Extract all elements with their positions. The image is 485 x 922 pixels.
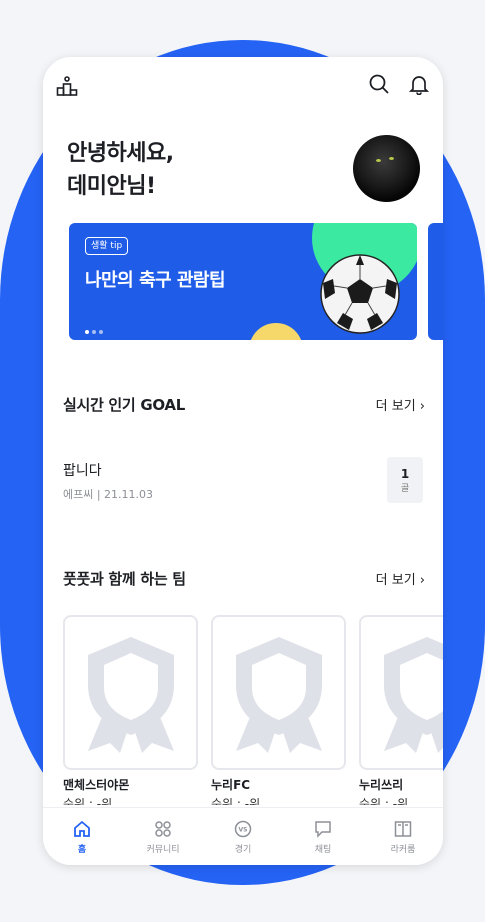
tab-label: 라커룸	[390, 845, 416, 855]
tab-community[interactable]: 커뮤니티	[133, 820, 193, 855]
home-icon	[74, 820, 90, 837]
emblem-placeholder-icon	[88, 637, 174, 753]
tab-home[interactable]: 홈	[52, 820, 112, 855]
podium-icon[interactable]	[56, 75, 78, 97]
team-card[interactable]: 누리쓰리 순위 : -위	[359, 615, 443, 805]
tab-label: 홈	[77, 845, 87, 855]
chat-icon	[315, 821, 331, 838]
next-banner-peek[interactable]	[428, 223, 443, 340]
greeting-line-2: 데미안님!	[67, 174, 156, 199]
banner-title: 나만의 축구 관람팁	[85, 270, 226, 291]
post-meta: 에프씨 | 21.11.03	[63, 488, 154, 501]
tab-chat[interactable]: 채팅	[293, 820, 353, 855]
vs-icon: VS	[234, 820, 252, 838]
community-icon	[155, 821, 171, 837]
goal-unit: 골	[400, 484, 410, 494]
top-bar	[43, 57, 443, 113]
team-rank: 순위 : -위	[359, 797, 409, 805]
chevron-right-icon: ›	[419, 573, 425, 588]
tab-match[interactable]: VS 경기	[213, 820, 273, 855]
soccer-ball-icon	[320, 254, 400, 334]
team-carousel: 맨체스터야몬 순위 : -위 누리FC 순위 : -위 누리쓰리 순위: -위	[63, 615, 443, 805]
popular-more-link[interactable]: 더 보기 ›	[376, 395, 425, 414]
banner-yellow-circle	[249, 323, 303, 340]
pagination-dot	[85, 330, 89, 334]
team-name: 맨체스터야몬	[63, 778, 130, 792]
team-emblem-placeholder	[359, 615, 443, 770]
team-rank: 순위 : -위	[63, 797, 113, 805]
popular-more-label: 더 보기	[375, 399, 416, 414]
tab-label: 커뮤니티	[146, 845, 180, 855]
tab-label: 경기	[234, 845, 252, 855]
search-icon[interactable]	[368, 73, 390, 95]
banner-tag: 생활 tip	[85, 237, 129, 255]
popular-section-title: 실시간 인기 GOAL	[63, 396, 185, 414]
stage: 안녕하세요, 데미안님! 생활 tip 나만의 축구 관람팁 실시간 인기 GO…	[0, 0, 485, 922]
bottom-tab-bar: 홈 커뮤니티 VS 경기 채팅 라커룸	[43, 807, 443, 865]
team-name: 누리FC	[211, 778, 251, 792]
teams-section-title: 풋풋과 함께 하는 팀	[63, 570, 186, 588]
teams-more-link[interactable]: 더 보기 ›	[376, 569, 425, 588]
chevron-right-icon: ›	[419, 399, 425, 414]
phone-screen: 안녕하세요, 데미안님! 생활 tip 나만의 축구 관람팁 실시간 인기 GO…	[43, 57, 443, 865]
avatar-eye	[376, 159, 381, 162]
tab-locker-room[interactable]: 라커룸	[373, 820, 433, 855]
tab-label: 채팅	[314, 845, 332, 855]
teams-more-label: 더 보기	[375, 573, 416, 588]
emblem-placeholder-icon	[236, 637, 322, 753]
locker-icon	[394, 821, 412, 837]
bell-icon[interactable]	[408, 73, 430, 95]
goal-count: 1	[400, 467, 410, 481]
svg-text:VS: VS	[239, 827, 248, 834]
tip-banner[interactable]: 생활 tip 나만의 축구 관람팁	[69, 223, 417, 340]
goal-count-badge[interactable]: 1 골	[387, 457, 423, 503]
greeting-line-1: 안녕하세요,	[67, 141, 174, 166]
banner-pagination	[85, 319, 106, 338]
team-name: 누리쓰리	[359, 778, 404, 792]
team-emblem-placeholder	[63, 615, 198, 770]
pagination-dot	[92, 330, 96, 334]
team-card[interactable]: 맨체스터야몬 순위 : -위	[63, 615, 198, 805]
team-rank: 순위 : -위	[211, 797, 261, 805]
emblem-placeholder-icon	[384, 637, 443, 753]
team-emblem-placeholder	[211, 615, 346, 770]
avatar-eye	[389, 157, 394, 160]
greeting: 안녕하세요, 데미안님!	[67, 137, 174, 203]
post-title[interactable]: 팝니다	[63, 460, 102, 480]
pagination-dot	[99, 330, 103, 334]
team-card[interactable]: 누리FC 순위 : -위	[211, 615, 346, 805]
avatar[interactable]	[353, 135, 420, 202]
